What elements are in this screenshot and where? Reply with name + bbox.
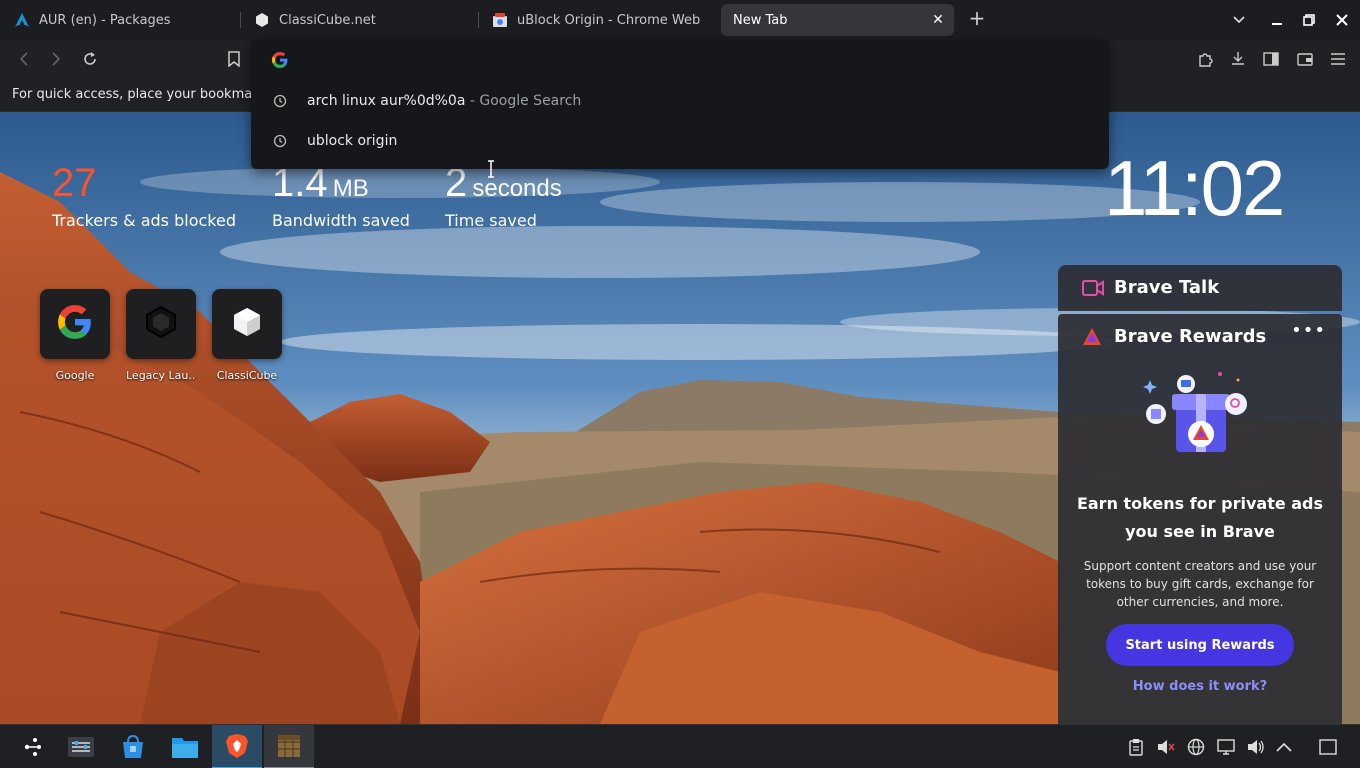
close-tab-icon[interactable]: ✕	[930, 12, 946, 28]
bandwidth-saved-stat: 1.4 MB Bandwidth saved	[272, 163, 410, 230]
bookmark-icon[interactable]	[224, 49, 244, 69]
brave-talk-widget[interactable]: Brave Talk	[1058, 265, 1342, 311]
wallet-icon[interactable]	[1295, 49, 1315, 69]
omnibox-dropdown: arch linux aur%0d%0a - Google Search ubl…	[251, 40, 1109, 169]
trackers-blocked-label: Trackers & ads blocked	[52, 211, 236, 230]
dolphin-files-icon[interactable]	[160, 725, 210, 768]
new-tab-button[interactable]: +	[966, 8, 988, 30]
google-icon	[56, 303, 94, 345]
brave-rewards-title: Brave Rewards	[1114, 326, 1267, 347]
top-site-google[interactable]: Google	[40, 289, 110, 382]
legacy-launcher-icon	[143, 304, 179, 344]
text-cursor-icon	[486, 160, 496, 178]
top-site-label: ClassiCube	[216, 369, 278, 382]
rewards-gift-illustration	[1136, 366, 1266, 480]
start-using-rewards-button[interactable]: Start using Rewards	[1106, 624, 1294, 666]
reload-icon[interactable]	[80, 49, 100, 69]
tab-title: AUR (en) - Packages	[39, 12, 171, 28]
tab-search-chevron-icon[interactable]	[1229, 10, 1249, 30]
trackers-blocked-stat: 27 Trackers & ads blocked	[52, 163, 236, 230]
cube-icon	[254, 12, 270, 28]
minimize-window-icon[interactable]	[1267, 10, 1287, 30]
time-saved-label: Time saved	[445, 211, 537, 230]
system-settings-icon[interactable]	[56, 725, 106, 768]
time-saved-stat: 2 seconds Time saved	[445, 163, 562, 230]
suggestion-text: ublock origin	[307, 133, 398, 149]
bandwidth-saved-label: Bandwidth saved	[272, 211, 410, 230]
clock: 11:02	[1104, 144, 1285, 232]
chrome-web-store-icon	[492, 12, 508, 28]
close-window-icon[interactable]	[1332, 10, 1352, 30]
back-arrow-icon[interactable]	[14, 49, 34, 69]
extensions-icon[interactable]	[1196, 49, 1216, 69]
brave-talk-label: Brave Talk	[1114, 277, 1220, 298]
show-desktop-icon[interactable]	[1318, 737, 1338, 757]
top-site-legacy-launcher[interactable]: Legacy Lau...	[126, 289, 196, 382]
brave-rewards-logo-icon	[1082, 327, 1102, 351]
top-site-label: Legacy Lau...	[126, 369, 196, 382]
brave-browser-icon[interactable]	[212, 725, 262, 768]
arch-linux-icon	[14, 12, 30, 28]
audio-volume-icon[interactable]	[1246, 737, 1266, 757]
sidebar-toggle-icon[interactable]	[1261, 49, 1281, 69]
more-options-icon[interactable]: •••	[1291, 320, 1326, 341]
discover-store-icon[interactable]	[108, 725, 158, 768]
tab-title: uBlock Origin - Chrome Web Store	[517, 12, 700, 28]
video-camera-icon	[1082, 279, 1104, 301]
volume-muted-icon[interactable]	[1156, 737, 1176, 757]
application-launcher-icon[interactable]	[8, 725, 58, 768]
tab-title: New Tab	[733, 12, 788, 28]
brave-rewards-widget: Brave Rewards ••• Earn tokens for privat…	[1058, 314, 1342, 724]
tab-classicube[interactable]: ClassiCube.net	[242, 4, 476, 36]
how-does-it-work-link[interactable]: How does it work?	[1058, 679, 1342, 694]
time-saved-unit: seconds	[472, 175, 562, 202]
google-icon	[271, 51, 289, 73]
address-bar[interactable]	[271, 52, 1091, 72]
tab-divider	[478, 12, 479, 28]
network-globe-icon[interactable]	[1186, 737, 1206, 757]
omnibox-suggestion[interactable]: ublock origin	[251, 121, 1109, 161]
tab-strip: AUR (en) - Packages ClassiCube.net uBloc…	[0, 0, 1360, 40]
trackers-blocked-count: 27	[52, 161, 97, 205]
history-icon	[273, 94, 287, 108]
tab-aur-packages[interactable]: AUR (en) - Packages	[2, 4, 238, 36]
minecraft-icon[interactable]	[264, 725, 314, 768]
suggestion-text: arch linux aur%0d%0a	[307, 93, 466, 109]
bandwidth-saved-unit: MB	[332, 175, 369, 202]
omnibox-suggestion[interactable]: arch linux aur%0d%0a - Google Search	[251, 81, 1109, 121]
tab-new-tab[interactable]: New Tab ✕	[721, 4, 954, 36]
cube-icon	[231, 306, 263, 342]
show-hidden-icons-chevron-icon[interactable]	[1274, 737, 1294, 757]
top-site-classicube[interactable]: ClassiCube	[212, 289, 282, 382]
menu-icon[interactable]	[1328, 49, 1348, 69]
display-configuration-icon[interactable]	[1216, 737, 1236, 757]
rewards-headline: Earn tokens for private ads you see in B…	[1076, 494, 1324, 541]
rewards-description: Support content creators and use your to…	[1083, 559, 1317, 609]
tab-ublock-origin[interactable]: uBlock Origin - Chrome Web Store	[480, 4, 712, 36]
suggestion-suffix: - Google Search	[465, 93, 582, 109]
clipboard-icon[interactable]	[1126, 737, 1146, 757]
taskbar	[0, 724, 1360, 768]
tab-title: ClassiCube.net	[279, 12, 376, 28]
top-site-label: Google	[55, 369, 95, 382]
downloads-icon[interactable]	[1228, 49, 1248, 69]
maximize-window-icon[interactable]	[1299, 10, 1319, 30]
forward-arrow-icon[interactable]	[46, 49, 66, 69]
history-icon	[273, 134, 287, 148]
tab-divider	[240, 12, 241, 28]
